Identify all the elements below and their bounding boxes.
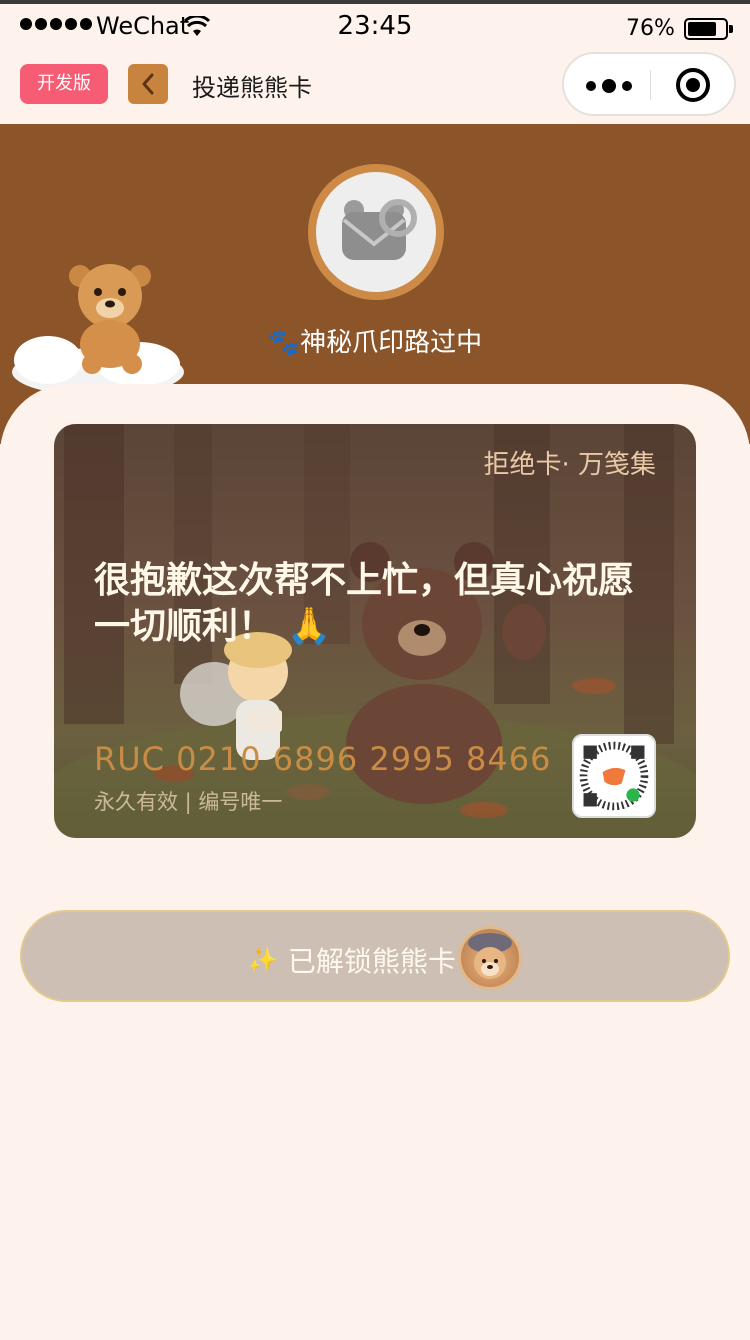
close-miniprogram-button[interactable] [676, 68, 710, 102]
praying-hands-emoji: 🙏 [286, 606, 332, 647]
dog-avatar-icon [468, 933, 512, 979]
card-validity: 永久有效 | 编号唯一 [94, 790, 283, 814]
status-bar: WeChat 23:45 76% [0, 4, 750, 48]
battery-icon [684, 18, 733, 40]
teddy-bear-on-cloud-image [12, 264, 184, 390]
card-message: 很抱歉这次帮不上忙，但真心祝愿一切顺利！ 🙏 [94, 560, 635, 647]
capsule-divider [650, 70, 651, 100]
navigation-bar: 开发版 投递熊熊卡 [0, 48, 750, 124]
qr-code-icon[interactable] [572, 734, 656, 818]
back-button[interactable] [128, 64, 168, 104]
chevron-left-icon [142, 73, 154, 95]
bear-card[interactable]: 拒绝卡· 万笺集 很抱歉这次帮不上忙，但真心祝愿一切顺利！ 🙏 RUC 0210… [54, 424, 696, 838]
unlocked-bear-card-button[interactable]: ✨ 已解锁熊熊卡 [20, 910, 730, 1002]
dev-version-badge: 开发版 [20, 64, 108, 104]
paw-prints-icon: 🐾 [267, 328, 301, 358]
bear-envelope-icon [342, 199, 417, 260]
card-type-label: 拒绝卡· 万笺集 [483, 450, 656, 480]
sparkles-icon: ✨ [248, 946, 278, 974]
profile-avatar [308, 164, 444, 300]
unlocked-label: ✨ 已解锁熊熊卡 [248, 945, 456, 978]
user-avatar [458, 926, 522, 990]
card-number: RUC 0210 6896 2995 8466 [94, 740, 552, 778]
page-title: 投递熊熊卡 [192, 74, 312, 102]
miniprogram-capsule [562, 52, 736, 116]
more-options-button[interactable] [586, 79, 632, 93]
battery-percentage: 76% [626, 16, 675, 41]
